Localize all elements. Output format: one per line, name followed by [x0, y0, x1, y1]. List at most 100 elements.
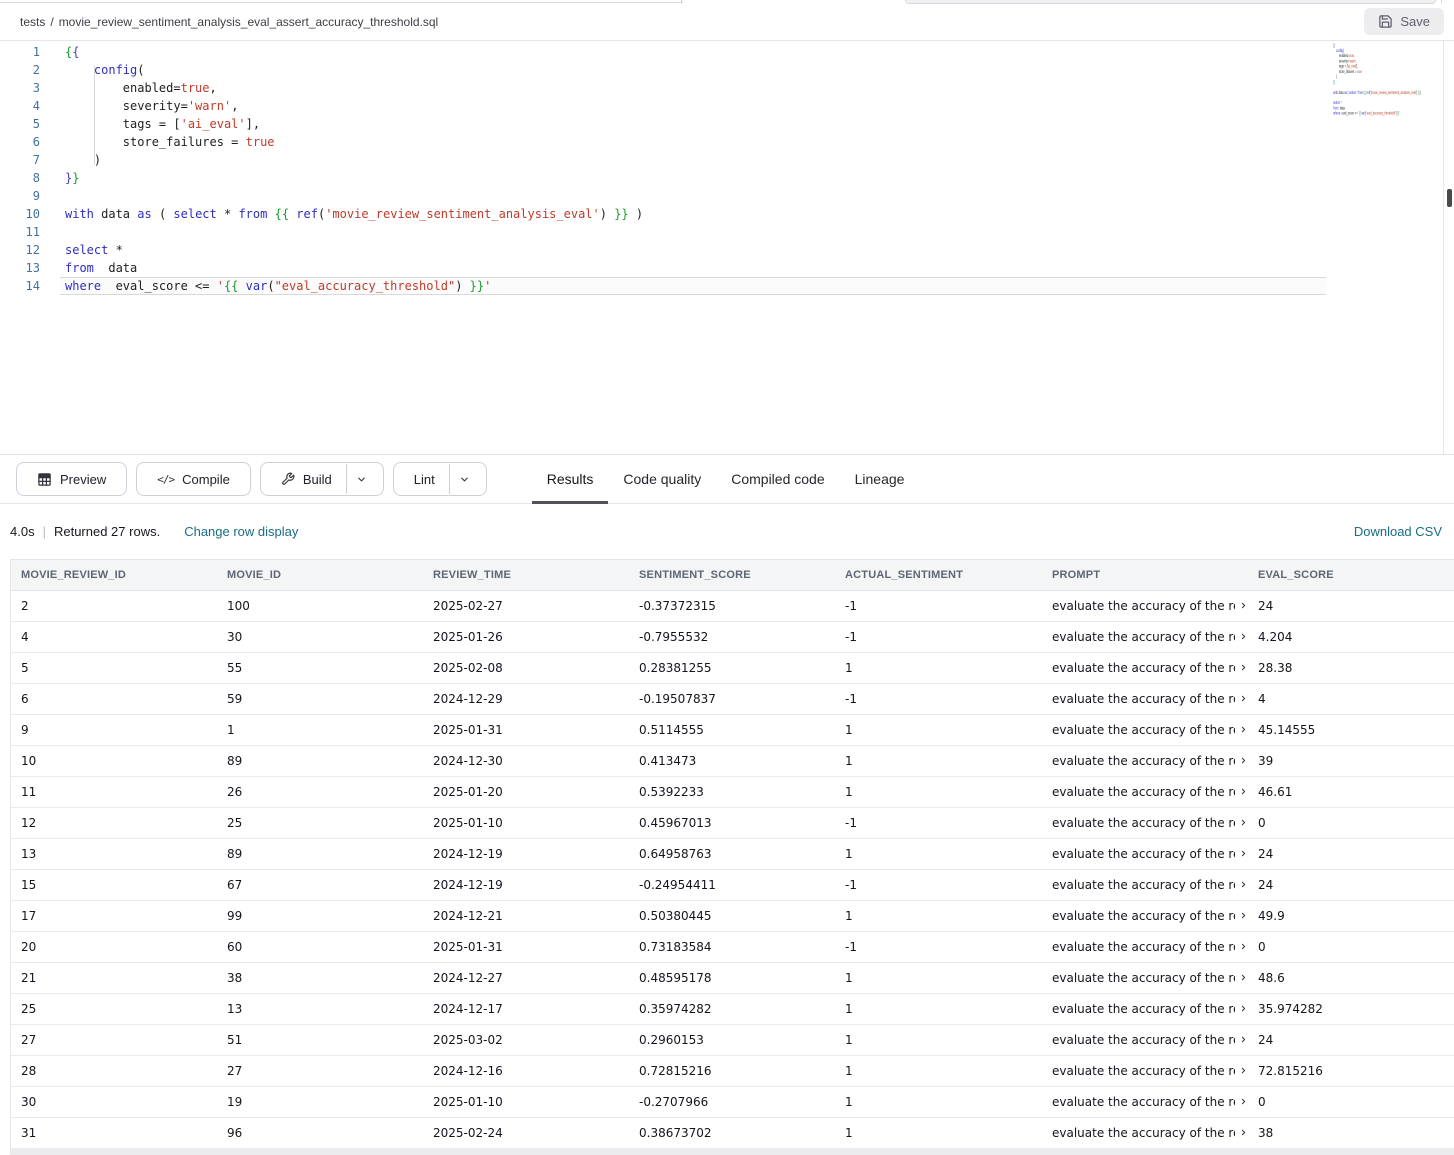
- chevron-right-icon[interactable]: [1239, 1033, 1248, 1047]
- table-cell: 0.413473: [629, 754, 835, 768]
- build-button-label: Build: [303, 472, 332, 487]
- compile-button[interactable]: </> Compile: [136, 462, 251, 496]
- horizontal-scrollbar[interactable]: [10, 1149, 1454, 1155]
- table-cell: 1: [835, 847, 1042, 861]
- chevron-right-icon[interactable]: [1239, 878, 1248, 892]
- line-number: 14: [0, 277, 40, 295]
- breadcrumb-folder[interactable]: tests: [20, 15, 45, 29]
- table-cell: 0.50380445: [629, 909, 835, 923]
- table-cell: 31: [11, 1126, 217, 1140]
- line-number: 1: [0, 43, 40, 61]
- minimap[interactable]: 1{{2 config(3 enabled=true,4 severity='w…: [1332, 43, 1440, 135]
- column-header-actual_sentiment: ACTUAL_SENTIMENT: [835, 569, 1042, 581]
- table-cell: 2024-12-30: [423, 754, 629, 768]
- code-line[interactable]: 5 tags = ['ai_eval'],: [0, 115, 1454, 133]
- code-line[interactable]: 9: [0, 187, 1454, 205]
- table-cell: -0.19507837: [629, 692, 835, 706]
- code-line-text: severity='warn',: [40, 97, 238, 115]
- chevron-right-icon[interactable]: [1239, 630, 1248, 644]
- table-cell: 2025-01-20: [423, 785, 629, 799]
- code-line[interactable]: 3 enabled=true,: [0, 79, 1454, 97]
- code-line[interactable]: 14where eval_score <= '{{ var("eval_accu…: [1332, 111, 1440, 116]
- chevron-right-icon[interactable]: [1239, 599, 1248, 613]
- table-cell: 38: [217, 971, 423, 985]
- tab-bar-corner: [1441, 0, 1454, 3]
- prompt-text: evaluate the accuracy of the res…: [1052, 692, 1235, 706]
- code-editor[interactable]: 1{{2 config(3 enabled=true,4 severity='w…: [0, 41, 1454, 454]
- save-button[interactable]: Save: [1364, 8, 1444, 35]
- code-line-text: store_failures = true: [40, 133, 275, 151]
- results-table: MOVIE_REVIEW_IDMOVIE_IDREVIEW_TIMESENTIM…: [10, 559, 1454, 1149]
- prompt-text: evaluate the accuracy of the res…: [1052, 1126, 1235, 1140]
- code-line[interactable]: 10with data as ( select * from {{ ref('m…: [0, 205, 1454, 223]
- code-line[interactable]: 14where eval_score <= '{{ var("eval_accu…: [0, 277, 1454, 295]
- code-line[interactable]: 2 config(: [0, 61, 1454, 79]
- chevron-right-icon[interactable]: [1239, 723, 1248, 737]
- preview-button[interactable]: Preview: [16, 462, 127, 496]
- code-line[interactable]: 12select *: [0, 241, 1454, 259]
- line-number: 3: [0, 79, 40, 97]
- table-cell: 55: [217, 661, 423, 675]
- code-line[interactable]: 6 store_failures = true: [0, 133, 1454, 151]
- eval-score-cell: 0: [1248, 1095, 1454, 1109]
- inactive-tab-edge[interactable]: [905, 0, 1436, 4]
- chevron-right-icon[interactable]: [1239, 661, 1248, 675]
- chevron-right-icon[interactable]: [1239, 692, 1248, 706]
- lint-dropdown[interactable]: [449, 464, 480, 494]
- chevron-right-icon[interactable]: [1239, 1126, 1248, 1140]
- table-cell: 27: [11, 1033, 217, 1047]
- tab-results[interactable]: Results: [532, 455, 609, 503]
- download-csv-link[interactable]: Download CSV: [1354, 524, 1442, 539]
- prompt-text: evaluate the accuracy of the res…: [1052, 909, 1235, 923]
- chevron-right-icon[interactable]: [1239, 1064, 1248, 1078]
- eval-score-cell: 72.815216: [1248, 1064, 1454, 1078]
- table-cell: -0.7955532: [629, 630, 835, 644]
- build-dropdown[interactable]: [346, 464, 377, 494]
- code-area[interactable]: 1{{2 config(3 enabled=true,4 severity='w…: [0, 41, 1454, 295]
- code-line[interactable]: 13from data: [0, 259, 1454, 277]
- table-cell: 4: [11, 630, 217, 644]
- save-icon: [1378, 14, 1393, 29]
- chevron-right-icon[interactable]: [1239, 816, 1248, 830]
- prompt-cell: evaluate the accuracy of the res…: [1042, 723, 1248, 737]
- eval-score-cell: 24: [1248, 847, 1454, 861]
- eval-score-cell: 38: [1248, 1126, 1454, 1140]
- table-row: 30192025-01-10-0.27079661evaluate the ac…: [11, 1087, 1454, 1118]
- code-line[interactable]: 11: [0, 223, 1454, 241]
- table-cell: 30: [217, 630, 423, 644]
- prompt-text: evaluate the accuracy of the res…: [1052, 1002, 1235, 1016]
- chevron-right-icon[interactable]: [1239, 1095, 1248, 1109]
- chevron-right-icon[interactable]: [1239, 1002, 1248, 1016]
- eval-score-cell: 24: [1248, 878, 1454, 892]
- table-row: 21382024-12-270.485951781evaluate the ac…: [11, 963, 1454, 994]
- chevron-right-icon[interactable]: [1239, 847, 1248, 861]
- lint-button[interactable]: Lint: [393, 462, 487, 496]
- chevron-right-icon[interactable]: [1239, 971, 1248, 985]
- code-line[interactable]: 4 severity='warn',: [0, 97, 1454, 115]
- table-cell: 2024-12-19: [423, 878, 629, 892]
- prompt-cell: evaluate the accuracy of the res…: [1042, 1033, 1248, 1047]
- code-line[interactable]: 1{{: [0, 43, 1454, 61]
- code-line[interactable]: 7 ): [0, 151, 1454, 169]
- column-header-prompt: PROMPT: [1042, 569, 1248, 581]
- build-button[interactable]: Build: [260, 462, 384, 496]
- table-cell: 13: [11, 847, 217, 861]
- tab-code-quality[interactable]: Code quality: [608, 455, 716, 503]
- results-tab-bar: ResultsCode qualityCompiled codeLineage: [532, 455, 920, 503]
- chevron-right-icon[interactable]: [1239, 754, 1248, 768]
- tab-lineage[interactable]: Lineage: [840, 455, 920, 503]
- chevron-right-icon[interactable]: [1239, 785, 1248, 799]
- code-line[interactable]: 8}}: [0, 169, 1454, 187]
- table-cell: 0.5114555: [629, 723, 835, 737]
- tab-compiled-code[interactable]: Compiled code: [716, 455, 839, 503]
- line-number: 10: [0, 205, 40, 223]
- change-row-display-link[interactable]: Change row display: [184, 524, 298, 539]
- chevron-right-icon[interactable]: [1239, 940, 1248, 954]
- chevron-right-icon[interactable]: [1239, 909, 1248, 923]
- table-cell: 2025-02-27: [423, 599, 629, 613]
- code-line-text: where eval_score <= '{{ var("eval_accura…: [40, 277, 491, 295]
- table-row: 25132024-12-170.359742821evaluate the ac…: [11, 994, 1454, 1025]
- table-cell: 2024-12-27: [423, 971, 629, 985]
- table-row: 12252025-01-100.45967013-1evaluate the a…: [11, 808, 1454, 839]
- table-cell: 15: [11, 878, 217, 892]
